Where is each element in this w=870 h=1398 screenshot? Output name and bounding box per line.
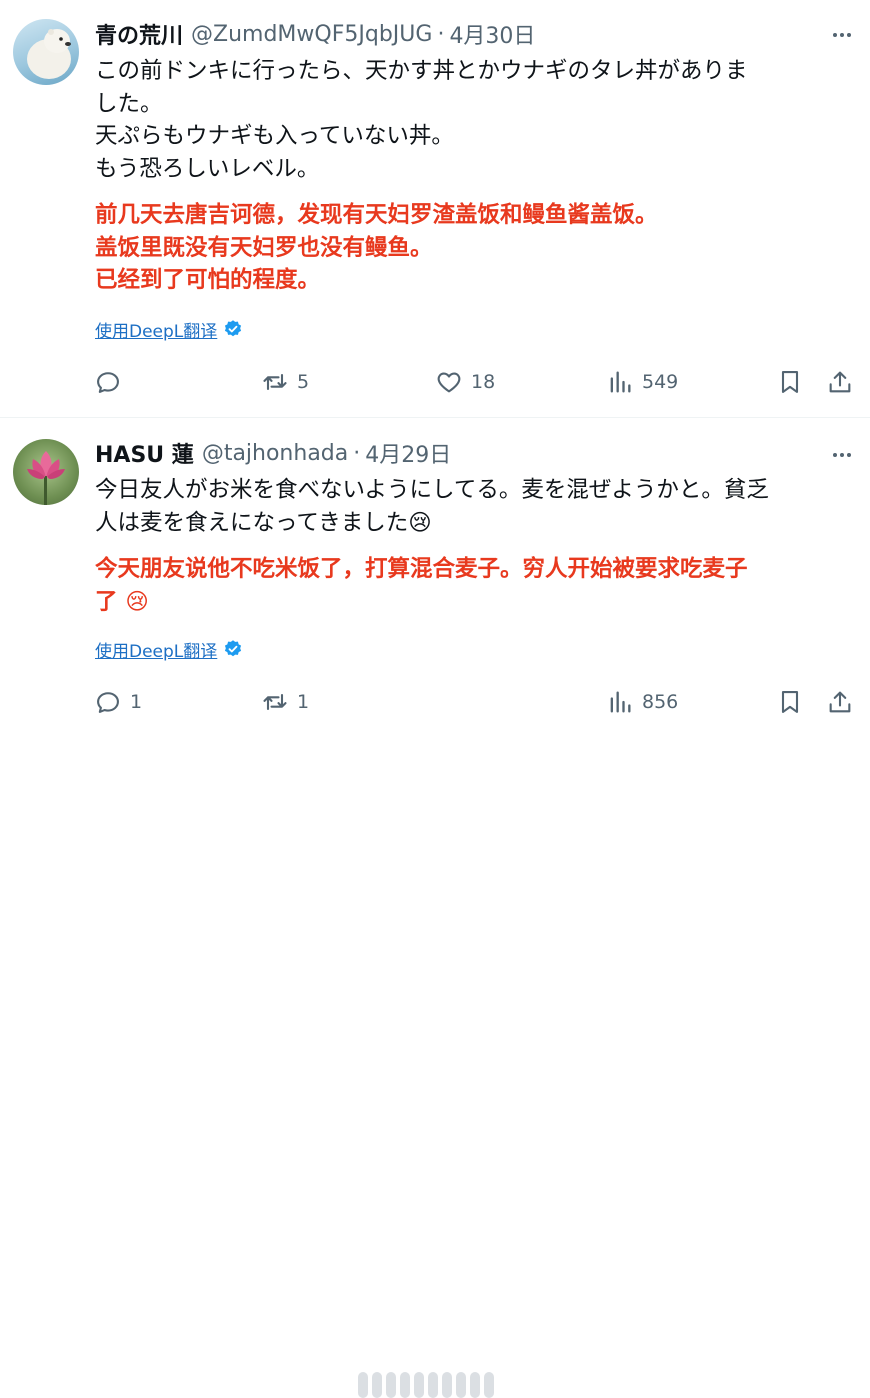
tweet-text-line: この前ドンキに行ったら、天かす丼とかウナギのタレ丼がありま: [95, 58, 748, 84]
more-icon: [833, 33, 851, 37]
lotus-avatar-image: [27, 451, 65, 505]
translation-text: 前几天去唐吉诃德，发现有天妇罗渣盖饭和鳗鱼酱盖饭。 盖饭里既没有天妇罗也没有鳗鱼…: [95, 199, 855, 297]
view-count: 549: [642, 371, 679, 393]
tweet-text: 今日友人がお米を食べないようにしてる。麦を混ぜようかと。貧乏 人は麦を食えになっ…: [95, 474, 855, 539]
user-handle[interactable]: @tajhonhada: [202, 441, 348, 466]
share-icon: [829, 691, 851, 713]
translation-text: 今天朋友说他不吃米饭了，打算混合麦子。穷人开始被要求吃麦子 了 😢: [95, 553, 855, 618]
retweet-button[interactable]: 1: [261, 682, 309, 722]
reply-icon: [97, 372, 119, 393]
retweet-icon: [263, 373, 287, 391]
post-date[interactable]: 4月30日: [449, 18, 535, 50]
display-name[interactable]: 青の荒川: [95, 18, 183, 50]
tweet-text-line: 天ぷらもウナギも入っていない丼。: [95, 123, 454, 149]
tweet-text-line: 今日友人がお米を食べないようにしてる。麦を混ぜようかと。貧乏: [95, 477, 769, 503]
reply-button[interactable]: 1: [94, 682, 142, 722]
translation-line: 了 😢: [95, 588, 149, 615]
view-count: 856: [642, 691, 679, 713]
translate-link[interactable]: 使用DeepL翻译: [95, 637, 243, 662]
display-name[interactable]: HASU 蓮: [95, 437, 194, 469]
translate-link-label[interactable]: 使用DeepL翻译: [95, 317, 217, 342]
avatar[interactable]: [13, 439, 79, 505]
translation-line: 前几天去唐吉诃德，发现有天妇罗渣盖饭和鳗鱼酱盖饭。: [95, 202, 658, 228]
user-handle[interactable]: @ZumdMwQF5JqbJUG: [191, 22, 432, 47]
translation-line: 已经到了可怕的程度。: [95, 267, 321, 293]
retweet-icon: [263, 693, 287, 711]
tweet-header: 青の荒川 @ZumdMwQF5JqbJUG · 4月30日: [95, 18, 535, 50]
like-button[interactable]: 18: [435, 362, 495, 402]
tweet-text-line: 人は麦を食えになってきました😢: [95, 509, 432, 536]
views-icon: [610, 371, 631, 393]
views-icon: [610, 691, 631, 713]
bookmark-button[interactable]: [776, 362, 804, 402]
bookmark-icon: [781, 691, 799, 713]
views-button[interactable]: 549: [606, 362, 678, 402]
translate-link-label[interactable]: 使用DeepL翻译: [95, 637, 217, 662]
tweet-text-line: した。: [95, 90, 163, 117]
translation-line: 盖饭里既没有天妇罗也没有鳗鱼。: [95, 234, 433, 261]
more-options-button[interactable]: [828, 441, 856, 469]
tweet-text-line: もう恐ろしいレベル。: [95, 155, 320, 182]
reply-button[interactable]: [94, 362, 130, 402]
action-bar: 5 18 549: [0, 362, 870, 402]
bookmark-button[interactable]: [776, 682, 804, 722]
views-button[interactable]: 856: [606, 682, 678, 722]
share-button[interactable]: [826, 362, 854, 402]
retweet-count: 5: [297, 371, 310, 393]
translate-link[interactable]: 使用DeepL翻译: [95, 317, 243, 342]
translation-line: 今天朋友说他不吃米饭了，打算混合麦子。穷人开始被要求吃麦子: [95, 556, 748, 582]
retweet-button[interactable]: 5: [261, 362, 309, 402]
separator: ·: [437, 21, 445, 47]
share-button[interactable]: [826, 682, 854, 722]
polar-bear-avatar-image: [27, 29, 71, 79]
verified-badge-icon: [225, 640, 242, 657]
tweet-header: HASU 蓮 @tajhonhada · 4月29日: [95, 437, 451, 469]
watermark-image: [358, 1372, 508, 1398]
like-count: 18: [471, 371, 496, 393]
reply-icon: [97, 692, 119, 713]
reply-count: 1: [130, 691, 143, 713]
more-icon: [833, 453, 851, 457]
avatar[interactable]: [13, 19, 79, 85]
bookmark-icon: [781, 371, 799, 393]
action-bar: 1 1 856: [0, 682, 870, 1398]
post-date[interactable]: 4月29日: [365, 437, 451, 469]
more-options-button[interactable]: [828, 21, 856, 49]
verified-badge-icon: [225, 320, 242, 337]
like-icon: [437, 372, 461, 393]
retweet-count: 1: [297, 691, 310, 713]
tweet-text: この前ドンキに行ったら、天かす丼とかウナギのタレ丼がありま した。 天ぷらもウナ…: [95, 55, 855, 185]
share-icon: [829, 371, 851, 393]
separator: ·: [353, 440, 361, 466]
